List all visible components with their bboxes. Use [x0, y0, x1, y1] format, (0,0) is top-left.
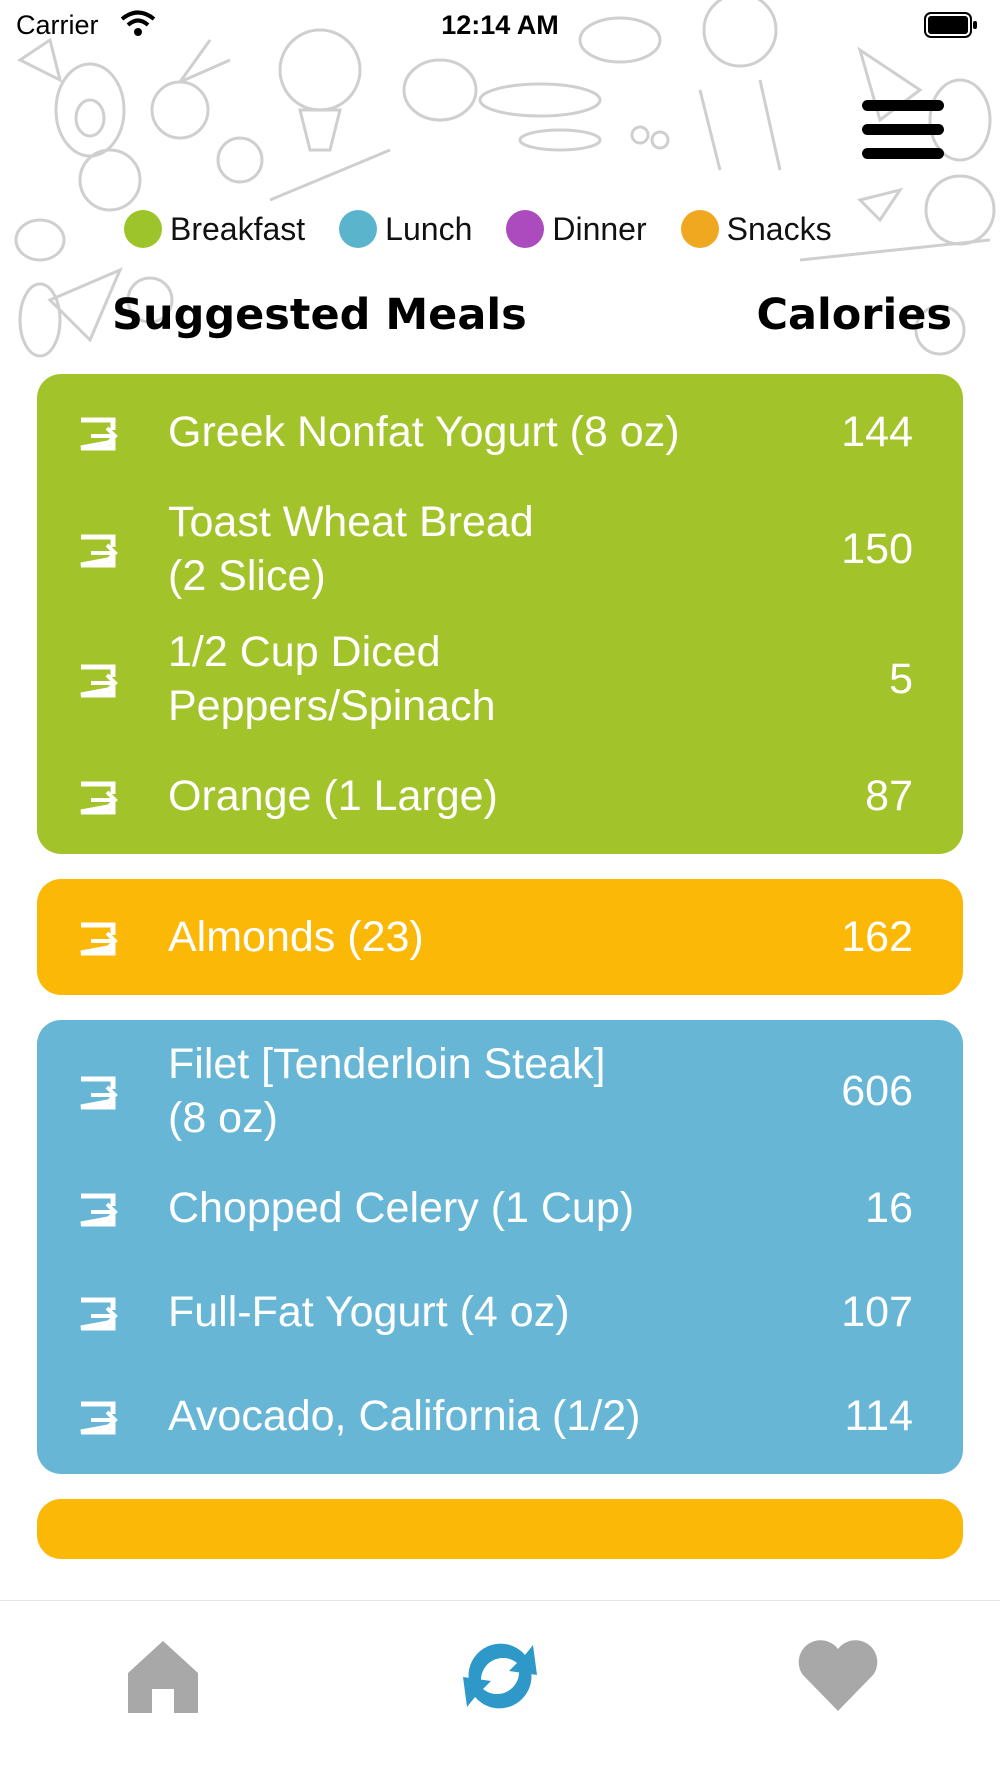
legend-item-snacks: Snacks	[680, 210, 832, 248]
meal-item-name-line2: (2 Slice)	[168, 552, 326, 600]
meal-item-calories: 87	[865, 771, 913, 820]
meal-group-breakfast: Greek Nonfat Yogurt (8 oz) 144 Toast Wheat…	[37, 374, 963, 854]
meal-item-row[interactable]: Orange (1 Large) 87	[37, 744, 963, 848]
meal-item-name: 1/2 Cup Diced Peppers/Spinach	[168, 625, 708, 733]
legend-dot	[506, 210, 545, 248]
meal-item-name: Greek Nonfat Yogurt (8 oz)	[168, 405, 708, 459]
meal-legend: Breakfast Lunch Dinner Snacks	[124, 210, 866, 248]
heart-icon[interactable]	[793, 1631, 883, 1721]
meal-item-name-line1: Toast Wheat Bread	[168, 498, 534, 546]
calories-heading: Calories	[756, 290, 952, 340]
swap-item-icon[interactable]	[77, 1398, 119, 1435]
meal-item-name: Chopped Celery (1 Cup)	[168, 1181, 708, 1235]
legend-dot	[339, 210, 378, 248]
meal-item-name-line1: Filet [Tenderloin Steak]	[168, 1040, 606, 1088]
meal-item-calories: 144	[841, 407, 913, 456]
refresh-icon[interactable]	[455, 1631, 545, 1721]
meal-item-row[interactable]: Greek Nonfat Yogurt (8 oz) 144	[37, 380, 963, 484]
legend-dot	[680, 210, 719, 248]
battery-icon	[924, 12, 977, 38]
legend-label: Dinner	[552, 210, 647, 247]
meal-item-name-line1: Almonds (23)	[168, 913, 424, 961]
meal-item-name-line1: Greek Nonfat Yogurt (8 oz)	[168, 408, 680, 456]
meal-item-calories: 162	[841, 912, 913, 961]
meal-item-row[interactable]: Filet [Tenderloin Steak] (8 oz) 606	[37, 1026, 963, 1156]
tab-bar	[0, 1600, 1000, 1778]
legend-item-dinner: Dinner	[506, 210, 647, 248]
legend-item-lunch: Lunch	[339, 210, 472, 248]
meal-item-calories: 107	[841, 1287, 913, 1336]
meal-item-row[interactable]: Toast Wheat Bread (2 Slice) 150	[37, 484, 963, 614]
meal-item-calories: 5	[889, 654, 913, 703]
meal-item-name: Almonds (23)	[168, 910, 708, 964]
meal-item-calories: 114	[844, 1391, 913, 1440]
legend-label: Lunch	[385, 210, 473, 247]
suggested-meals-heading: Suggested Meals	[112, 290, 527, 340]
meal-item-name-line1: Avocado, California (1/2)	[168, 1392, 641, 1440]
meal-group-snacks: Almonds (23) 162	[37, 879, 963, 995]
meal-item-calories: 150	[841, 524, 913, 573]
legend-label: Breakfast	[170, 210, 306, 247]
home-icon[interactable]	[118, 1631, 208, 1721]
legend-label: Snacks	[726, 210, 832, 247]
swap-item-icon[interactable]	[77, 531, 119, 568]
meal-item-name-line1: Full-Fat Yogurt (4 oz)	[168, 1288, 570, 1336]
hamburger-menu-icon[interactable]	[862, 100, 944, 166]
meal-item-calories: 16	[865, 1183, 913, 1232]
swap-item-icon[interactable]	[77, 661, 119, 698]
meal-item-row[interactable]: 1/2 Cup Diced Peppers/Spinach 5	[37, 614, 963, 744]
meal-item-name: Orange (1 Large)	[168, 769, 708, 823]
meal-item-name-line2: (8 oz)	[168, 1094, 278, 1142]
status-bar: Carrier 12:14 AM	[0, 0, 1000, 50]
meal-item-row[interactable]: Full-Fat Yogurt (4 oz) 107	[37, 1260, 963, 1364]
legend-dot	[124, 210, 162, 248]
swap-item-icon[interactable]	[77, 414, 119, 451]
suggested-meals-list: Greek Nonfat Yogurt (8 oz) 144 Toast Wheat…	[37, 374, 963, 1596]
meal-group-lunch: Filet [Tenderloin Steak] (8 oz) 606 Chopped…	[37, 1020, 963, 1474]
swap-item-icon[interactable]	[77, 1073, 119, 1110]
meal-group-snacks	[37, 1499, 963, 1559]
meal-item-name: Toast Wheat Bread (2 Slice)	[168, 495, 708, 603]
swap-item-icon[interactable]	[77, 778, 119, 815]
meal-item-name-line1: Orange (1 Large)	[168, 772, 498, 820]
meal-item-row[interactable]: Avocado, California (1/2) 114	[37, 1364, 963, 1468]
meal-item-name-line1: Chopped Celery (1 Cup)	[168, 1184, 635, 1232]
meal-item-row[interactable]: Chopped Celery (1 Cup) 16	[37, 1156, 963, 1260]
meals-header: Suggested Meals Calories	[112, 290, 952, 340]
meal-item-name-line2: Peppers/Spinach	[168, 682, 496, 730]
swap-item-icon[interactable]	[77, 1190, 119, 1227]
status-time: 12:14 AM	[441, 10, 559, 40]
swap-item-icon[interactable]	[77, 919, 119, 956]
meal-item-name: Filet [Tenderloin Steak] (8 oz)	[168, 1037, 708, 1145]
swap-item-icon[interactable]	[77, 1294, 119, 1331]
meal-item-calories: 606	[841, 1066, 913, 1115]
meal-item-name-line1: 1/2 Cup Diced	[168, 628, 441, 676]
meal-item-name: Full-Fat Yogurt (4 oz)	[168, 1285, 708, 1339]
meal-item-row[interactable]: Almonds (23) 162	[37, 885, 963, 989]
legend-item-breakfast: Breakfast	[124, 210, 305, 248]
meal-item-name: Avocado, California (1/2)	[168, 1389, 708, 1443]
